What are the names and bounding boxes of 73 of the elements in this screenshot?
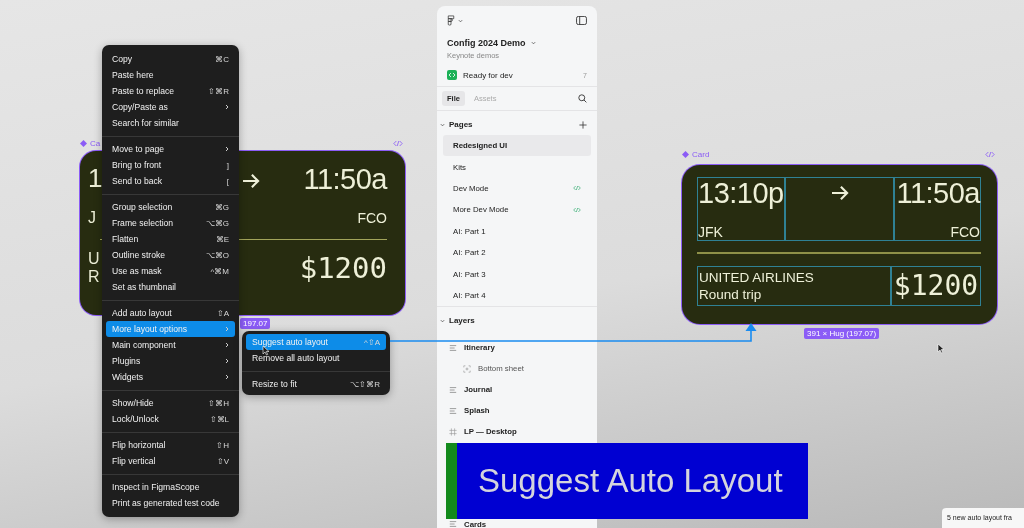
text-fragment: J [88, 209, 96, 227]
component-name: Card [692, 150, 710, 159]
code-icon [985, 151, 995, 158]
cursor-icon [262, 345, 270, 356]
menu-item[interactable]: Use as mask ^⌘M [106, 263, 235, 279]
menu-item[interactable]: Bring to front ] [106, 157, 235, 173]
trip-type: Round trip [699, 286, 763, 303]
text-fragment: 1 [88, 163, 103, 193]
text-fragment: R [88, 268, 100, 286]
menu-item[interactable]: Flip vertical ⇧V [106, 453, 235, 469]
departure-time: 13:10p [698, 177, 785, 209]
text-fragment: U [88, 250, 100, 268]
component-icon [80, 140, 87, 147]
component-name: Ca [90, 139, 101, 148]
logo-menu-button[interactable] [447, 15, 463, 26]
caret-icon[interactable] [440, 318, 445, 323]
grid-icon [449, 427, 457, 436]
add-icon[interactable] [579, 120, 587, 129]
section-heading: Pages [449, 120, 473, 129]
code-badge-icon [447, 70, 457, 80]
price: $1200 [299, 251, 387, 285]
menu-item[interactable]: Search for similar [106, 115, 235, 131]
cursor-icon [937, 343, 945, 354]
caption-text: Suggest Auto Layout [478, 462, 783, 500]
component-icon [682, 151, 689, 158]
arrow-right-icon [242, 173, 261, 189]
menu-item[interactable]: Main component [106, 337, 235, 353]
size-tag: 197.07 [240, 318, 271, 329]
panel-toggle-icon[interactable] [576, 16, 587, 25]
menu-item[interactable]: Resize to fit ⌥⇧⌘R [246, 376, 386, 392]
menu-item[interactable]: Add auto layout ⇧A [106, 305, 235, 321]
caret-icon [458, 18, 463, 23]
arrival-time: 11:50a [303, 163, 387, 195]
auto-layout-icon [449, 385, 457, 394]
auto-layout-icon [449, 406, 457, 415]
menu-item[interactable]: Remove all auto layout [246, 350, 386, 366]
menu-item[interactable]: Lock/Unlock ⇧⌘L [106, 411, 235, 427]
menu-item[interactable]: Send to back [ [106, 173, 235, 189]
menu-item[interactable]: Group selection ⌘G [106, 199, 235, 215]
menu-item[interactable]: Copy/Paste as [106, 99, 235, 115]
menu-item[interactable]: Print as generated test code [106, 495, 235, 511]
airport-code: JFK [698, 224, 724, 240]
logo-icon [447, 15, 455, 26]
caret-icon[interactable] [440, 122, 445, 127]
airport-code: FCO [950, 224, 980, 240]
status-label[interactable]: Ready for dev [463, 70, 513, 80]
file-title[interactable]: Config 2024 Demo [447, 38, 526, 48]
menu-item[interactable]: Frame selection ⌥⌘G [106, 215, 235, 231]
size-tag: 391 × Hug (197.07) [804, 328, 880, 339]
menu-item[interactable]: Widgets [106, 369, 235, 385]
menu-item[interactable]: Flip horizontal ⇧H [106, 437, 235, 453]
auto-layout-icon [449, 343, 457, 352]
search-icon[interactable] [578, 94, 587, 103]
menu-item[interactable]: Show/Hide ⇧⌘H [106, 395, 235, 411]
price: $1200 [893, 269, 979, 303]
frame-icon [463, 364, 471, 373]
caret-icon [530, 41, 536, 45]
code-icon [393, 140, 403, 147]
arrow-right-icon [830, 185, 849, 201]
menu-item[interactable]: Paste to replace ⇧⌘R [106, 83, 235, 99]
menu-item[interactable]: Copy ⌘C [106, 51, 235, 67]
menu-item[interactable]: Plugins [106, 353, 235, 369]
menu-item[interactable]: Paste here [106, 67, 235, 83]
menu-item[interactable]: Outline stroke ⌥⌘O [106, 247, 235, 263]
auto-layout-icon [449, 520, 457, 528]
menu-item[interactable]: Move to page [106, 141, 235, 157]
menu-item[interactable]: Set as thumbnail [106, 279, 235, 295]
menu-item[interactable]: Flatten ⌘E [106, 231, 235, 247]
menu-item[interactable]: Inspect in FigmaScope [106, 479, 235, 495]
arrival-time: 11:50a [896, 177, 980, 209]
section-heading: Layers [449, 316, 475, 326]
airport-code: FCO [357, 210, 387, 226]
airline-name: UNITED AIRLINES [699, 269, 815, 286]
